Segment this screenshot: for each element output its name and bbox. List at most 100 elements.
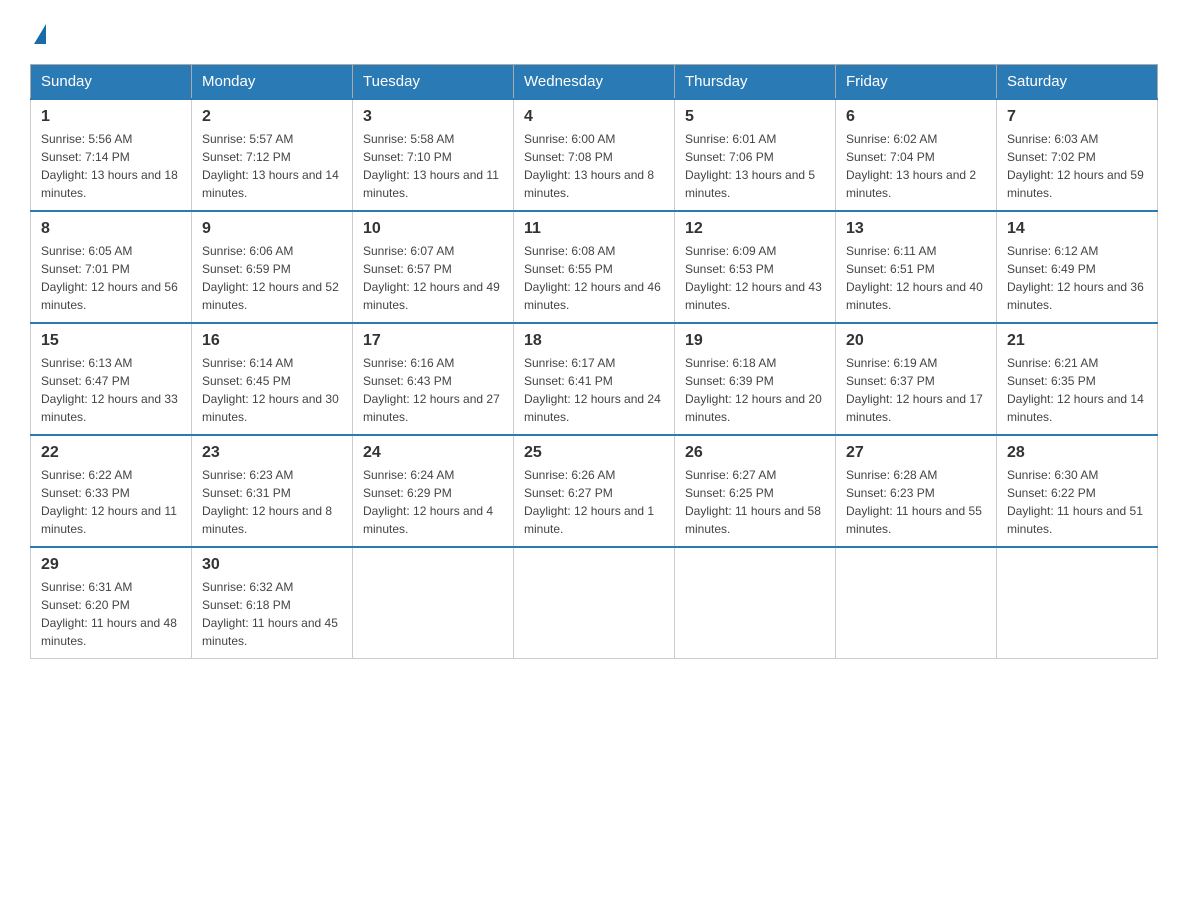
calendar-cell: 20 Sunrise: 6:19 AMSunset: 6:37 PMDaylig… — [836, 323, 997, 435]
day-info: Sunrise: 6:28 AMSunset: 6:23 PMDaylight:… — [846, 466, 986, 538]
calendar-cell: 23 Sunrise: 6:23 AMSunset: 6:31 PMDaylig… — [192, 435, 353, 547]
calendar-cell: 7 Sunrise: 6:03 AMSunset: 7:02 PMDayligh… — [997, 99, 1158, 211]
day-number: 30 — [202, 556, 342, 574]
day-number: 16 — [202, 332, 342, 350]
calendar-cell: 25 Sunrise: 6:26 AMSunset: 6:27 PMDaylig… — [514, 435, 675, 547]
calendar-cell: 3 Sunrise: 5:58 AMSunset: 7:10 PMDayligh… — [353, 99, 514, 211]
calendar-cell: 12 Sunrise: 6:09 AMSunset: 6:53 PMDaylig… — [675, 211, 836, 323]
day-number: 8 — [41, 220, 181, 238]
day-number: 2 — [202, 108, 342, 126]
day-info: Sunrise: 6:00 AMSunset: 7:08 PMDaylight:… — [524, 130, 664, 202]
calendar-cell: 10 Sunrise: 6:07 AMSunset: 6:57 PMDaylig… — [353, 211, 514, 323]
calendar-cell: 29 Sunrise: 6:31 AMSunset: 6:20 PMDaylig… — [31, 547, 192, 659]
day-info: Sunrise: 6:05 AMSunset: 7:01 PMDaylight:… — [41, 242, 181, 314]
day-number: 28 — [1007, 444, 1147, 462]
day-info: Sunrise: 6:16 AMSunset: 6:43 PMDaylight:… — [363, 354, 503, 426]
day-number: 11 — [524, 220, 664, 238]
calendar-week-row: 29 Sunrise: 6:31 AMSunset: 6:20 PMDaylig… — [31, 547, 1158, 659]
day-info: Sunrise: 6:27 AMSunset: 6:25 PMDaylight:… — [685, 466, 825, 538]
calendar-header-wednesday: Wednesday — [514, 65, 675, 100]
day-info: Sunrise: 6:03 AMSunset: 7:02 PMDaylight:… — [1007, 130, 1147, 202]
calendar-cell: 15 Sunrise: 6:13 AMSunset: 6:47 PMDaylig… — [31, 323, 192, 435]
calendar-header-sunday: Sunday — [31, 65, 192, 100]
day-info: Sunrise: 6:30 AMSunset: 6:22 PMDaylight:… — [1007, 466, 1147, 538]
day-number: 20 — [846, 332, 986, 350]
calendar-cell: 11 Sunrise: 6:08 AMSunset: 6:55 PMDaylig… — [514, 211, 675, 323]
day-info: Sunrise: 6:21 AMSunset: 6:35 PMDaylight:… — [1007, 354, 1147, 426]
calendar-cell: 18 Sunrise: 6:17 AMSunset: 6:41 PMDaylig… — [514, 323, 675, 435]
calendar-header-monday: Monday — [192, 65, 353, 100]
calendar-cell — [997, 547, 1158, 659]
day-info: Sunrise: 6:14 AMSunset: 6:45 PMDaylight:… — [202, 354, 342, 426]
day-info: Sunrise: 6:31 AMSunset: 6:20 PMDaylight:… — [41, 578, 181, 650]
calendar-cell: 2 Sunrise: 5:57 AMSunset: 7:12 PMDayligh… — [192, 99, 353, 211]
day-info: Sunrise: 6:11 AMSunset: 6:51 PMDaylight:… — [846, 242, 986, 314]
calendar-cell — [836, 547, 997, 659]
day-info: Sunrise: 6:01 AMSunset: 7:06 PMDaylight:… — [685, 130, 825, 202]
calendar-header-thursday: Thursday — [675, 65, 836, 100]
day-info: Sunrise: 6:09 AMSunset: 6:53 PMDaylight:… — [685, 242, 825, 314]
page-header — [30, 20, 1158, 44]
day-info: Sunrise: 6:32 AMSunset: 6:18 PMDaylight:… — [202, 578, 342, 650]
day-info: Sunrise: 6:13 AMSunset: 6:47 PMDaylight:… — [41, 354, 181, 426]
day-info: Sunrise: 6:12 AMSunset: 6:49 PMDaylight:… — [1007, 242, 1147, 314]
calendar-cell — [514, 547, 675, 659]
logo-text — [30, 20, 46, 44]
day-info: Sunrise: 6:22 AMSunset: 6:33 PMDaylight:… — [41, 466, 181, 538]
day-info: Sunrise: 6:06 AMSunset: 6:59 PMDaylight:… — [202, 242, 342, 314]
day-number: 7 — [1007, 108, 1147, 126]
calendar-header-tuesday: Tuesday — [353, 65, 514, 100]
day-number: 18 — [524, 332, 664, 350]
day-info: Sunrise: 6:17 AMSunset: 6:41 PMDaylight:… — [524, 354, 664, 426]
day-number: 26 — [685, 444, 825, 462]
day-number: 25 — [524, 444, 664, 462]
calendar-week-row: 1 Sunrise: 5:56 AMSunset: 7:14 PMDayligh… — [31, 99, 1158, 211]
day-number: 15 — [41, 332, 181, 350]
calendar-cell: 24 Sunrise: 6:24 AMSunset: 6:29 PMDaylig… — [353, 435, 514, 547]
calendar-week-row: 22 Sunrise: 6:22 AMSunset: 6:33 PMDaylig… — [31, 435, 1158, 547]
day-info: Sunrise: 6:18 AMSunset: 6:39 PMDaylight:… — [685, 354, 825, 426]
day-number: 27 — [846, 444, 986, 462]
day-info: Sunrise: 6:19 AMSunset: 6:37 PMDaylight:… — [846, 354, 986, 426]
day-info: Sunrise: 6:24 AMSunset: 6:29 PMDaylight:… — [363, 466, 503, 538]
calendar-cell: 19 Sunrise: 6:18 AMSunset: 6:39 PMDaylig… — [675, 323, 836, 435]
day-number: 10 — [363, 220, 503, 238]
logo — [30, 20, 46, 44]
calendar-cell: 9 Sunrise: 6:06 AMSunset: 6:59 PMDayligh… — [192, 211, 353, 323]
day-info: Sunrise: 5:58 AMSunset: 7:10 PMDaylight:… — [363, 130, 503, 202]
calendar-cell: 26 Sunrise: 6:27 AMSunset: 6:25 PMDaylig… — [675, 435, 836, 547]
calendar-cell: 8 Sunrise: 6:05 AMSunset: 7:01 PMDayligh… — [31, 211, 192, 323]
calendar-cell: 17 Sunrise: 6:16 AMSunset: 6:43 PMDaylig… — [353, 323, 514, 435]
day-number: 23 — [202, 444, 342, 462]
day-number: 1 — [41, 108, 181, 126]
calendar-cell — [675, 547, 836, 659]
calendar-cell: 6 Sunrise: 6:02 AMSunset: 7:04 PMDayligh… — [836, 99, 997, 211]
day-number: 29 — [41, 556, 181, 574]
calendar-cell: 14 Sunrise: 6:12 AMSunset: 6:49 PMDaylig… — [997, 211, 1158, 323]
calendar-cell: 21 Sunrise: 6:21 AMSunset: 6:35 PMDaylig… — [997, 323, 1158, 435]
calendar-cell — [353, 547, 514, 659]
day-info: Sunrise: 6:23 AMSunset: 6:31 PMDaylight:… — [202, 466, 342, 538]
day-number: 22 — [41, 444, 181, 462]
day-number: 4 — [524, 108, 664, 126]
calendar-cell: 30 Sunrise: 6:32 AMSunset: 6:18 PMDaylig… — [192, 547, 353, 659]
day-number: 17 — [363, 332, 503, 350]
day-number: 9 — [202, 220, 342, 238]
calendar-cell: 5 Sunrise: 6:01 AMSunset: 7:06 PMDayligh… — [675, 99, 836, 211]
day-number: 14 — [1007, 220, 1147, 238]
day-info: Sunrise: 6:08 AMSunset: 6:55 PMDaylight:… — [524, 242, 664, 314]
day-number: 5 — [685, 108, 825, 126]
calendar-header-row: SundayMondayTuesdayWednesdayThursdayFrid… — [31, 65, 1158, 100]
calendar-week-row: 8 Sunrise: 6:05 AMSunset: 7:01 PMDayligh… — [31, 211, 1158, 323]
day-number: 21 — [1007, 332, 1147, 350]
calendar-cell: 4 Sunrise: 6:00 AMSunset: 7:08 PMDayligh… — [514, 99, 675, 211]
calendar-cell: 16 Sunrise: 6:14 AMSunset: 6:45 PMDaylig… — [192, 323, 353, 435]
day-info: Sunrise: 5:57 AMSunset: 7:12 PMDaylight:… — [202, 130, 342, 202]
calendar-cell: 27 Sunrise: 6:28 AMSunset: 6:23 PMDaylig… — [836, 435, 997, 547]
calendar-header-friday: Friday — [836, 65, 997, 100]
calendar-cell: 22 Sunrise: 6:22 AMSunset: 6:33 PMDaylig… — [31, 435, 192, 547]
calendar-cell: 1 Sunrise: 5:56 AMSunset: 7:14 PMDayligh… — [31, 99, 192, 211]
calendar-week-row: 15 Sunrise: 6:13 AMSunset: 6:47 PMDaylig… — [31, 323, 1158, 435]
logo-triangle-icon — [34, 24, 46, 44]
calendar-cell: 13 Sunrise: 6:11 AMSunset: 6:51 PMDaylig… — [836, 211, 997, 323]
